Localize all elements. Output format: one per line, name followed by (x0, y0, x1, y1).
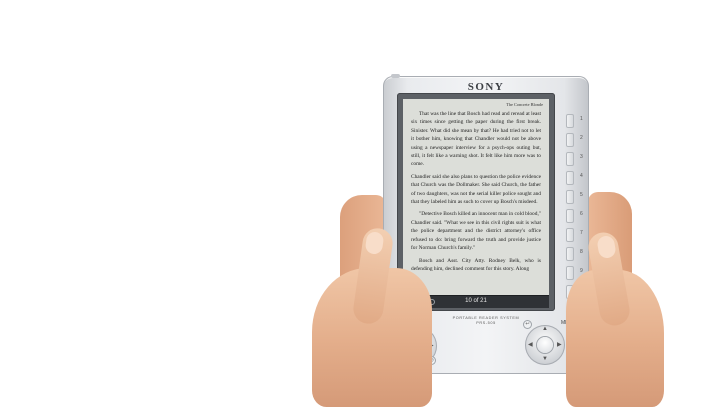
side-button-label: 2 (580, 135, 583, 141)
paragraph: Chandler said she also plans to question… (411, 173, 541, 206)
side-button-label: 8 (580, 249, 583, 255)
top-edge-tab (391, 74, 400, 78)
arrow-right-icon: ▶ (557, 342, 562, 348)
side-button-8[interactable]: 8 (566, 247, 583, 261)
side-button-label: 1 (580, 116, 583, 122)
arrow-up-icon: ▲ (542, 326, 548, 332)
book-title: The Concrete Blonde (506, 102, 543, 107)
side-button-7[interactable]: 7 (566, 228, 583, 242)
side-button-9[interactable]: 9 (566, 266, 583, 280)
side-button-2[interactable]: 2 (566, 133, 583, 147)
side-button-label: 5 (580, 192, 583, 198)
menu-button[interactable]: ↩ (523, 320, 532, 329)
paragraph: That was the line that Bosch had read an… (411, 111, 541, 168)
arrow-left-icon: ◀ (528, 342, 533, 348)
screen-bezel: The Concrete Blonde That was the line th… (397, 93, 555, 311)
side-button-label: 6 (580, 211, 583, 217)
side-button-label: 3 (580, 154, 583, 160)
page-text: That was the line that Bosch had read an… (411, 110, 541, 277)
arrow-down-icon: ▼ (542, 356, 548, 362)
paragraph: Bosch and Asst. City Atty. Rodney Belk, … (411, 257, 541, 272)
brand-logo: SONY (467, 81, 505, 93)
side-button-6[interactable]: 6 (566, 209, 583, 223)
side-button-1[interactable]: 1 (566, 114, 583, 128)
enter-button[interactable] (537, 337, 553, 353)
photo-scene: SONY The Concrete Blonde That was the li… (0, 0, 718, 407)
side-button-label: 7 (580, 230, 583, 236)
side-button-4[interactable]: 4 (566, 171, 583, 185)
navigation-pad[interactable]: ▲ ◀ ▶ ▼ (525, 325, 565, 365)
side-button-label: 4 (580, 173, 583, 179)
e-ink-screen: The Concrete Blonde That was the line th… (403, 99, 549, 295)
side-button-5[interactable]: 5 (566, 190, 583, 204)
paragraph: "Detective Bosch killed an innocent man … (411, 211, 541, 252)
number-button-column: 1 2 3 4 5 6 7 8 9 0 (566, 114, 583, 304)
side-button-3[interactable]: 3 (566, 152, 583, 166)
